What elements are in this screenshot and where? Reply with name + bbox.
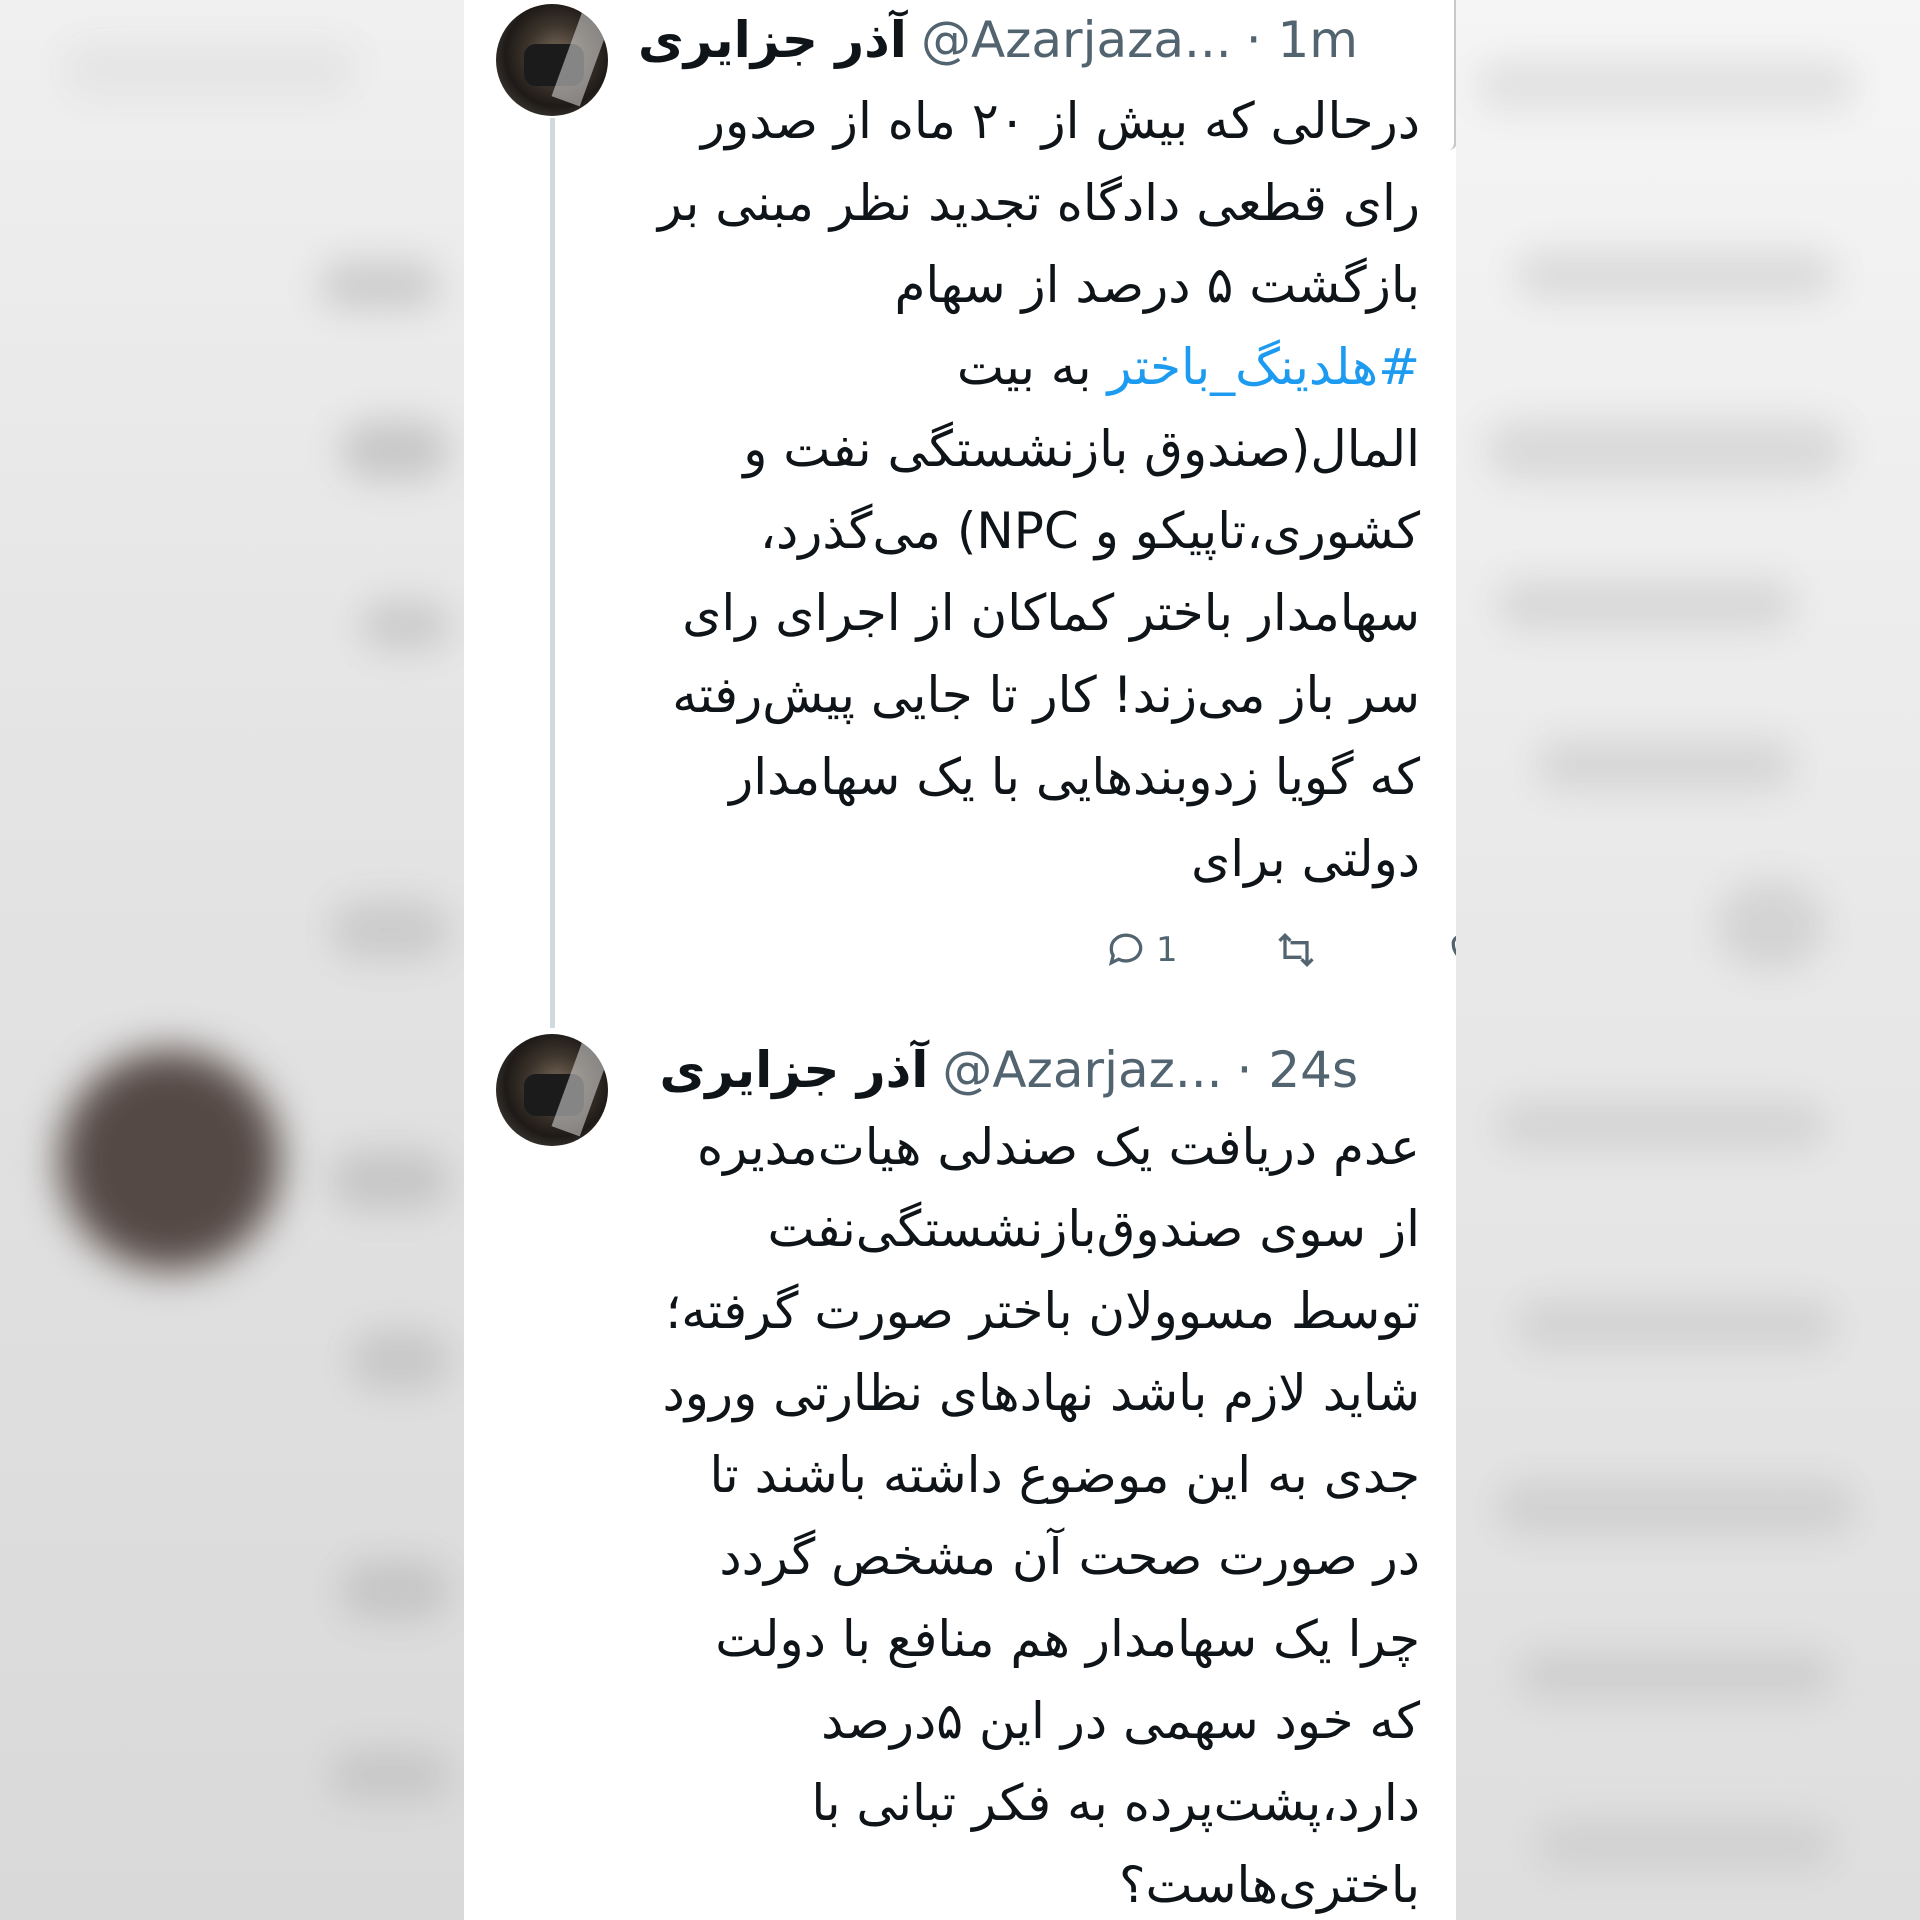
tweet-2[interactable]: آذر جزایری @Azarjaz... · 24s عدم دریافت …: [464, 1030, 1456, 1920]
tweet-line: چرا یک سهامدار هم منافع با دولت: [715, 1610, 1420, 1668]
avatar[interactable]: [496, 1034, 608, 1146]
timestamp[interactable]: · 24s: [1237, 1041, 1358, 1099]
display-name[interactable]: آذر جزایری: [659, 1041, 928, 1099]
reply-icon: [1108, 933, 1143, 966]
hashtag-link[interactable]: #هلدینگ_باختر: [1107, 338, 1420, 396]
tweet-line: جدی به این موضوع داشته باشند تا: [709, 1446, 1420, 1504]
tweet-line: سهامدار باختر کماکان از اجرای رای: [682, 584, 1420, 642]
blurred-right-panel: [1456, 0, 1920, 1920]
tweet-line: دولتی برای: [1191, 830, 1420, 888]
tweet-line: المال(صندوق بازنشستگی نفت و: [743, 420, 1420, 478]
tweet-line: دارد،پشت‌پرده به فکر تبانی با: [811, 1774, 1420, 1832]
reply-count: 1: [1156, 930, 1178, 970]
tweet-line: که خود سهمی در این ۵درصد: [821, 1692, 1420, 1750]
tweet-text: درحالی که بیش از ۲۰ ماه از صدور رای قطعی…: [630, 80, 1420, 900]
hashtag-suffix: به بیت: [956, 338, 1108, 396]
like-button[interactable]: [1446, 920, 1456, 980]
tweet-actions: 1: [634, 920, 1456, 980]
reply-button[interactable]: 1: [1104, 920, 1178, 980]
tweet-header: آذر جزایری @Azarjaz... · 24s: [634, 1030, 1456, 1110]
tweet-line: از سوی صندوق‌بازنشستگی‌نفت: [767, 1200, 1420, 1258]
tweet-line: شاید لازم باشد نهادهای نظارتی ورود: [662, 1364, 1420, 1422]
tweet-line: عدم دریافت یک صندلی هیات‌مدیره: [696, 1118, 1420, 1176]
display-name[interactable]: آذر جزایری: [638, 11, 907, 69]
tweet-line: سر باز می‌زند! کار تا جایی پیش‌رفته: [672, 666, 1420, 724]
tweet-line: توسط مسوولان باختر صورت گرفته؛: [665, 1282, 1420, 1340]
user-handle[interactable]: @Azarjaza...: [921, 11, 1232, 69]
retweet-button[interactable]: [1274, 920, 1318, 980]
tweet-line: درحالی که بیش از ۲۰ ماه از صدور: [700, 92, 1420, 150]
retweet-icon: [1278, 932, 1314, 968]
tweet-text: عدم دریافت یک صندلی هیات‌مدیره از سوی صن…: [630, 1106, 1420, 1920]
tweet-line: در صورت صحت آن مشخص گردد: [719, 1528, 1420, 1586]
blurred-left-panel: [0, 0, 464, 1920]
tweet-line: که گویا زدوبندهایی با یک سهامدار: [729, 748, 1420, 806]
heart-icon: [1451, 936, 1456, 956]
tweet-line: بازگشت ۵ درصد از سهام: [894, 256, 1420, 314]
avatar[interactable]: [496, 4, 608, 116]
tweet-line: کشوری،تاپیکو و NPC) می‌گذرد،: [759, 502, 1420, 560]
tweet-line-with-hashtag: #هلدینگ_باختر به بیت: [630, 326, 1420, 408]
timestamp[interactable]: · 1m: [1246, 11, 1358, 69]
tweet-1[interactable]: آذر جزایری @Azarjaza... · 1m درحالی که ب…: [464, 0, 1456, 1030]
tweet-header: آذر جزایری @Azarjaza... · 1m: [634, 0, 1456, 80]
user-handle[interactable]: @Azarjaz...: [942, 1041, 1222, 1099]
tweet-line: باختری‌هاست؟: [1118, 1856, 1420, 1914]
tweet-thread-screenshot: آذر جزایری @Azarjaza... · 1m درحالی که ب…: [464, 0, 1456, 1920]
tweet-line: رای قطعی دادگاه تجدید نظر مبنی بر: [657, 174, 1420, 232]
